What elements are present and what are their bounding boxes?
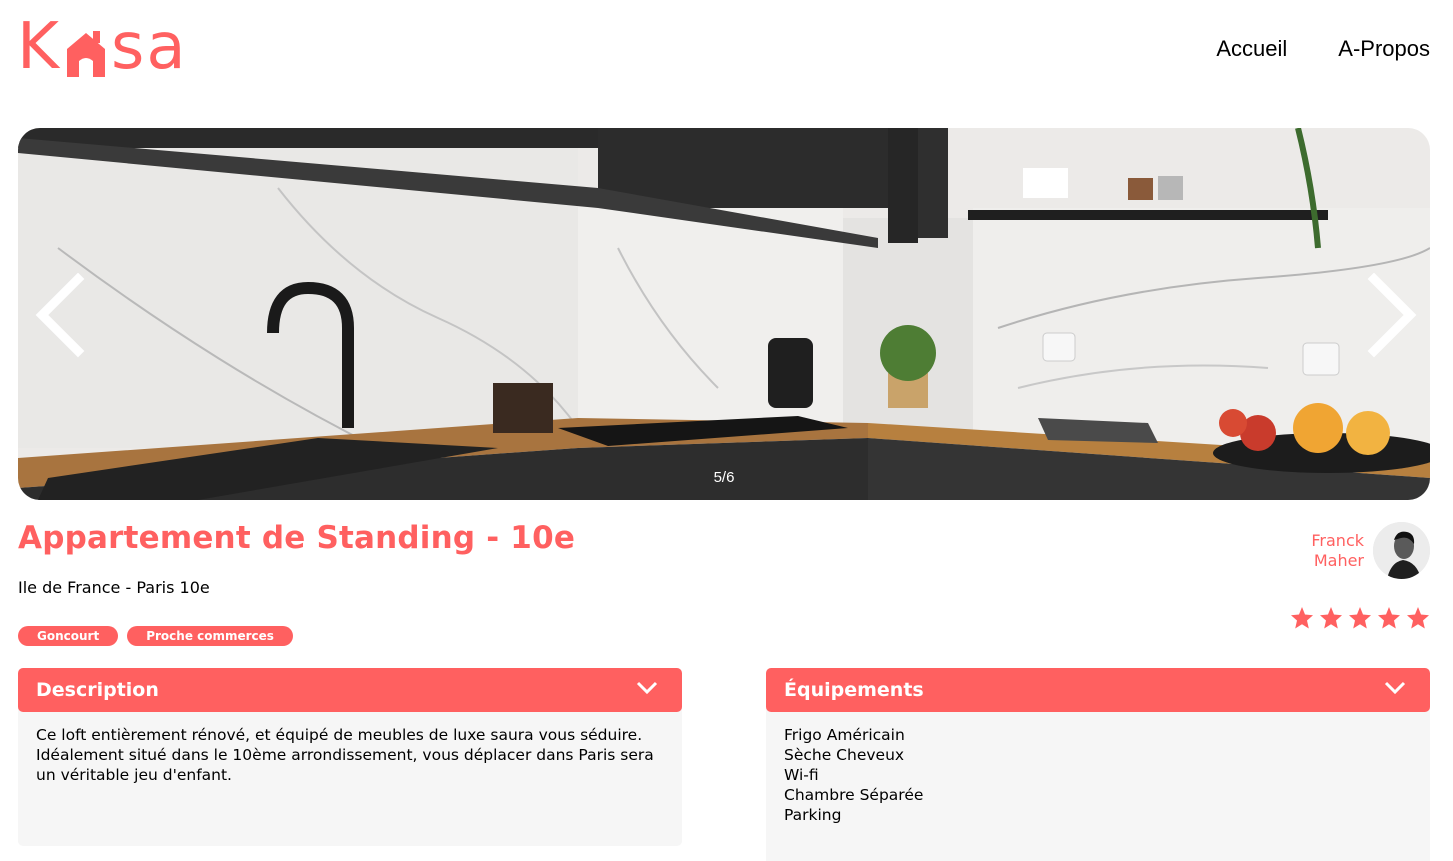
star-icon: [1378, 607, 1400, 629]
chevron-down-icon[interactable]: [636, 680, 658, 696]
equipments-body: Frigo Américain Sèche Cheveux Wi-fi Cham…: [766, 707, 1430, 861]
nav-link-accueil[interactable]: Accueil: [1216, 36, 1287, 62]
equipment-list: Frigo Américain Sèche Cheveux Wi-fi Cham…: [784, 725, 1412, 825]
list-item: Sèche Cheveux: [784, 746, 905, 764]
header: K sa Accueil A-Propos: [0, 0, 1453, 100]
logo-wordmark: K sa: [17, 15, 188, 79]
host-info: Franck Maher: [1311, 522, 1430, 579]
list-item: Wi-fi: [784, 766, 819, 784]
list-item: Chambre Séparée: [784, 786, 924, 804]
host-name: Franck Maher: [1311, 531, 1364, 571]
star-icon: [1320, 607, 1342, 629]
chevron-right-icon[interactable]: [1360, 273, 1420, 358]
logo-letters-sa: sa: [110, 10, 188, 84]
kasa-logo[interactable]: K sa: [17, 12, 217, 82]
equipments-title: Équipements: [784, 679, 924, 701]
avatar: [1373, 522, 1430, 579]
host-last-name: Maher: [1313, 550, 1364, 570]
tag: Goncourt: [18, 626, 119, 646]
description-collapse: Description Ce loft entièrement rénové, …: [18, 668, 682, 846]
list-item: Frigo Américain: [784, 726, 905, 744]
slide-counter: 5/6: [713, 469, 735, 486]
equipments-collapse: Équipements Frigo Américain Sèche Cheveu…: [766, 668, 1430, 861]
listing-title: Appartement de Standing - 10e: [18, 520, 576, 556]
description-toggle[interactable]: Description: [18, 668, 682, 712]
listing-location: Ile de France - Paris 10e: [18, 578, 210, 597]
host-first-name: Franck: [1311, 530, 1364, 550]
star-icon: [1291, 607, 1313, 629]
star-icon: [1407, 607, 1429, 629]
equipments-toggle[interactable]: Équipements: [766, 668, 1430, 712]
house-icon: [66, 31, 105, 77]
main-nav: Accueil A-Propos: [1216, 36, 1430, 62]
kitchen-photo: [18, 128, 1430, 500]
image-carousel: 5/6: [18, 128, 1430, 500]
tag-list: Goncourt Proche commerces: [18, 626, 293, 646]
rating-stars: [1290, 606, 1430, 630]
list-item: Parking: [784, 806, 842, 824]
star-icon: [1349, 607, 1371, 629]
logo-letter-k: K: [17, 10, 61, 84]
chevron-left-icon[interactable]: [32, 273, 92, 358]
host-portrait: [1373, 522, 1430, 579]
tag: Proche commerces: [127, 626, 293, 646]
description-text: Ce loft entièrement rénové, et équipé de…: [36, 726, 654, 784]
description-body: Ce loft entièrement rénové, et équipé de…: [18, 707, 682, 846]
nav-link-a-propos[interactable]: A-Propos: [1338, 36, 1430, 62]
description-title: Description: [36, 679, 159, 701]
chevron-down-icon[interactable]: [1384, 680, 1406, 696]
